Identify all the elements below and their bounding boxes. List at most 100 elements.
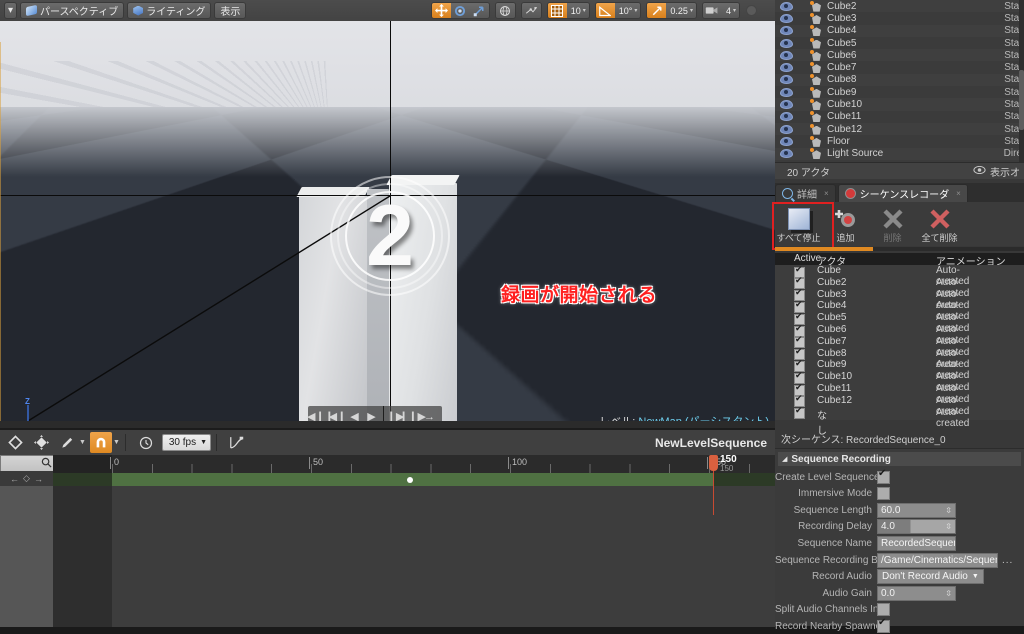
nav-next-key-button[interactable]: →: [34, 474, 43, 484]
chevron-down-icon[interactable]: ▼: [79, 439, 86, 446]
outliner-row[interactable]: Cube12 Stat: [775, 122, 1024, 136]
grid-snap-value[interactable]: 10 ▾: [566, 3, 589, 18]
view-mode-perspective-button[interactable]: パースペクティブ: [20, 2, 125, 19]
outliner-row[interactable]: Cube5 Stat: [775, 37, 1024, 49]
rotation-snap-value[interactable]: 10° ▾: [614, 3, 641, 18]
outliner-row[interactable]: Cube7 Stat: [775, 61, 1024, 74]
rotate-mode-button[interactable]: [450, 3, 470, 18]
spinner-icon[interactable]: ⇳: [945, 589, 952, 598]
jump-to-end-button[interactable]: →: [421, 406, 438, 422]
property-checkbox[interactable]: [877, 487, 890, 501]
outliner-row[interactable]: Cube11 Stat: [775, 111, 1024, 123]
tab-details[interactable]: 詳細 ×: [775, 184, 836, 202]
step-back-button[interactable]: ◀❙: [329, 406, 347, 421]
nav-add-key-button[interactable]: ◇: [23, 473, 30, 484]
visibility-eye-icon[interactable]: [780, 124, 793, 134]
browse-ellipsis-button[interactable]: ...: [1002, 555, 1013, 566]
viewport-options-button[interactable]: ▾: [4, 2, 17, 19]
translate-mode-button[interactable]: [431, 3, 451, 18]
stop-all-button[interactable]: すべて停止: [775, 202, 822, 251]
visibility-eye-icon[interactable]: [780, 87, 793, 97]
play-forward-button[interactable]: ▶: [363, 406, 380, 421]
visibility-eye-icon[interactable]: [780, 50, 793, 60]
outliner-row[interactable]: Cube4 Stat: [775, 24, 1024, 37]
property-path-input[interactable]: /Game/Cinematics/Sequences: [877, 552, 998, 568]
scale-mode-button[interactable]: [469, 3, 489, 18]
viewport-3d-scene[interactable]: 2 録画が開始される 0 Z X Y ◀❙❙ ◀❙ ◀ ▶: [0, 21, 775, 421]
remove-recording-button[interactable]: 削除: [869, 202, 916, 251]
visibility-eye-icon[interactable]: [780, 149, 793, 159]
step-back-frames-button[interactable]: ◀❙❙: [307, 406, 334, 421]
visibility-eye-icon[interactable]: [780, 112, 793, 122]
show-flags-button[interactable]: 表示: [214, 2, 247, 19]
property-checkbox[interactable]: [877, 603, 890, 617]
outliner-view-options[interactable]: 表示オ: [990, 164, 1020, 179]
property-number-input[interactable]: 4.0 ⇳: [877, 519, 956, 535]
outliner-row[interactable]: Floor Stat: [775, 135, 1024, 147]
recorder-row-active-checkbox[interactable]: [794, 405, 805, 420]
snapping-options-chevron-icon[interactable]: ▼: [113, 439, 120, 446]
property-text-input[interactable]: RecordedSequence: [877, 535, 956, 551]
spinner-icon[interactable]: ⇳: [945, 506, 952, 515]
add-key-button[interactable]: [4, 432, 26, 453]
outliner-row[interactable]: Cube9 Stat: [775, 86, 1024, 98]
viewport-playback-controls[interactable]: ◀❙❙ ◀❙ ◀ ▶ ❙▶ ❙❙▶ →: [307, 406, 442, 422]
curve-editor-button[interactable]: [226, 432, 248, 453]
timeline-track-area[interactable]: [53, 486, 775, 627]
maximize-viewport-button[interactable]: [746, 5, 757, 16]
playback-range-bar[interactable]: [53, 473, 775, 486]
sequence-recording-section-header[interactable]: ◢ Sequence Recording: [778, 452, 1021, 466]
time-settings-button[interactable]: [135, 432, 157, 453]
property-checkbox[interactable]: [877, 468, 890, 484]
remove-all-recordings-button[interactable]: 全て削除: [916, 202, 963, 251]
property-dropdown[interactable]: Don't Record Audio ▼: [877, 569, 984, 585]
property-number-input[interactable]: 0.0 ⇳: [877, 585, 956, 601]
rotation-snap-toggle[interactable]: [595, 3, 615, 18]
view-mode-lighting-button[interactable]: ライティング: [127, 2, 212, 19]
visibility-eye-icon[interactable]: [780, 63, 793, 73]
camera-speed-value[interactable]: 4 ▾: [721, 3, 739, 18]
play-reverse-button[interactable]: ◀: [346, 406, 363, 421]
scale-snap-toggle[interactable]: [647, 3, 667, 18]
playback-range-marker[interactable]: [407, 477, 413, 483]
timeline-playhead[interactable]: 150 150: [709, 454, 737, 515]
outliner-row[interactable]: Cube6 Stat: [775, 49, 1024, 62]
outliner-scrollbar[interactable]: [1019, 0, 1024, 162]
surface-snapping-button[interactable]: [521, 3, 541, 18]
visibility-eye-icon[interactable]: [780, 100, 793, 110]
outliner-row[interactable]: Cube8 Stat: [775, 73, 1024, 87]
outliner-row[interactable]: Light Source Dire: [775, 147, 1024, 160]
world-space-button[interactable]: [495, 3, 515, 18]
add-recording-button[interactable]: 追加: [822, 202, 869, 251]
framerate-dropdown[interactable]: 30 fps ▼: [161, 434, 212, 451]
property-checkbox[interactable]: [877, 617, 890, 633]
property-number-input[interactable]: 60.0 ⇳: [877, 502, 956, 518]
outliner-row[interactable]: Cube2 Stat: [775, 0, 1024, 13]
track-search-input[interactable]: [0, 455, 56, 472]
visibility-eye-icon[interactable]: [780, 75, 793, 85]
level-viewport[interactable]: ▾ パースペクティブ ライティング 表示 10 ▾ 10° ▾ 0.25 ▾ 4…: [0, 0, 775, 428]
camera-speed-button[interactable]: [702, 3, 722, 18]
playhead-handle[interactable]: [709, 455, 718, 471]
key-all-button[interactable]: [30, 432, 52, 453]
world-outliner[interactable]: Cube2 Stat Cube3 Stat Cube4 Stat Cube5 S…: [775, 0, 1024, 162]
outliner-row[interactable]: Cube3 Stat: [775, 12, 1024, 24]
tab-sequence-recorder[interactable]: シーケンスレコーダ ×: [837, 184, 968, 202]
visibility-eye-icon[interactable]: [780, 1, 793, 11]
recorder-list[interactable]: Cube Auto-created Cube2 Auto-created Cub…: [775, 264, 1024, 437]
step-forward-frames-button[interactable]: ❙❙▶: [399, 406, 426, 421]
spinner-icon[interactable]: ⇳: [945, 522, 952, 531]
key-interpolation-button[interactable]: [56, 432, 78, 453]
visibility-eye-icon[interactable]: [780, 13, 793, 23]
grid-snap-toggle[interactable]: [547, 3, 567, 18]
timeline-ruler[interactable]: 0 50 100 150: [53, 455, 775, 473]
visibility-eye-icon[interactable]: [780, 26, 793, 36]
sequencer-timeline[interactable]: 0 50 100 150 150 150: [53, 454, 775, 627]
visibility-eye-icon[interactable]: [780, 136, 793, 146]
close-icon[interactable]: ×: [824, 189, 829, 198]
close-icon[interactable]: ×: [956, 189, 961, 198]
nav-previous-key-button[interactable]: ←: [10, 474, 19, 484]
snapping-toggle[interactable]: [89, 432, 112, 453]
scale-snap-value[interactable]: 0.25 ▾: [666, 3, 696, 18]
visibility-eye-icon[interactable]: [780, 38, 793, 48]
